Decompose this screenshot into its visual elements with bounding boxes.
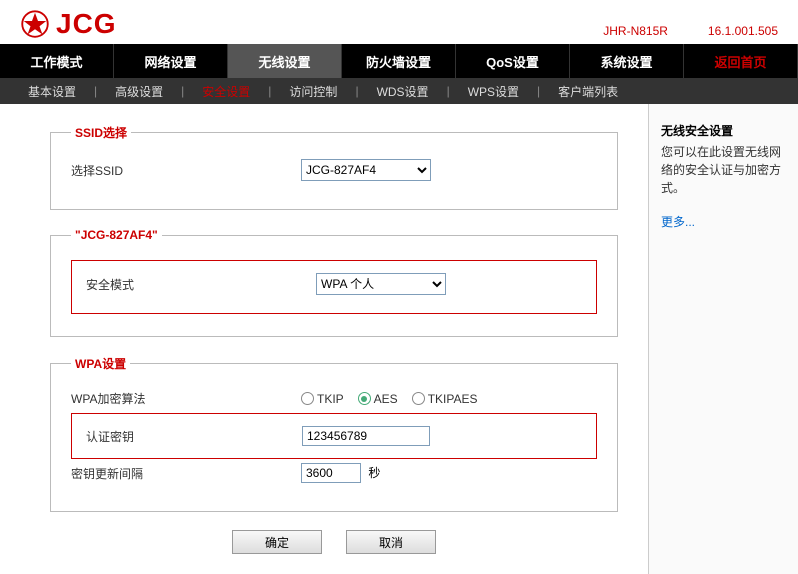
- model-label: JHR-N815R: [603, 24, 668, 38]
- sidebar: 无线安全设置 您可以在此设置无线网络的安全认证与加密方式。 更多...: [648, 104, 798, 574]
- sidebar-title: 无线安全设置: [661, 122, 786, 139]
- subnav-advanced[interactable]: 高级设置: [97, 83, 181, 100]
- wpa-interval-label: 密钥更新间隔: [71, 465, 301, 482]
- subnav-security[interactable]: 安全设置: [184, 83, 268, 100]
- main-nav: 工作模式 网络设置 无线设置 防火墙设置 QoS设置 系统设置 返回首页: [0, 44, 798, 78]
- subnav-wps[interactable]: WPS设置: [450, 83, 537, 100]
- radio-tkipaes[interactable]: TKIPAES: [412, 392, 478, 406]
- sidebar-more-link[interactable]: 更多...: [661, 213, 786, 230]
- radio-icon: [358, 392, 371, 405]
- nav-work-mode[interactable]: 工作模式: [0, 44, 114, 78]
- security-mode-label: 安全模式: [86, 276, 316, 293]
- radio-aes[interactable]: AES: [358, 392, 398, 406]
- radio-icon: [412, 392, 425, 405]
- wpa-key-input[interactable]: [302, 426, 430, 446]
- sub-nav: 基本设置| 高级设置| 安全设置| 访问控制| WDS设置| WPS设置| 客户…: [0, 78, 798, 104]
- ssid-select[interactable]: JCG-827AF4: [301, 159, 431, 181]
- nav-wireless[interactable]: 无线设置: [228, 44, 342, 78]
- nav-network[interactable]: 网络设置: [114, 44, 228, 78]
- subnav-access[interactable]: 访问控制: [271, 83, 355, 100]
- nav-firewall[interactable]: 防火墙设置: [342, 44, 456, 78]
- logo: JCG: [20, 8, 117, 40]
- wpa-algo-label: WPA加密算法: [71, 390, 301, 407]
- cancel-button[interactable]: 取消: [346, 530, 436, 554]
- nav-return-home[interactable]: 返回首页: [684, 44, 798, 78]
- version-label: 16.1.001.505: [708, 24, 778, 38]
- security-legend: "JCG-827AF4": [71, 228, 162, 242]
- nav-qos[interactable]: QoS设置: [456, 44, 570, 78]
- wpa-key-label: 认证密钥: [86, 428, 302, 445]
- wpa-legend: WPA设置: [71, 355, 130, 372]
- radio-icon: [301, 392, 314, 405]
- logo-icon: [20, 9, 50, 39]
- ssid-fieldset: SSID选择 选择SSID JCG-827AF4: [50, 124, 618, 210]
- subnav-wds[interactable]: WDS设置: [359, 83, 447, 100]
- subnav-basic[interactable]: 基本设置: [10, 83, 94, 100]
- nav-system[interactable]: 系统设置: [570, 44, 684, 78]
- radio-tkip[interactable]: TKIP: [301, 392, 344, 406]
- ok-button[interactable]: 确定: [232, 530, 322, 554]
- wpa-interval-input[interactable]: [301, 463, 361, 483]
- main-content: SSID选择 选择SSID JCG-827AF4 "JCG-827AF4" 安全…: [0, 104, 648, 574]
- subnav-clients[interactable]: 客户端列表: [540, 83, 636, 100]
- sidebar-text: 您可以在此设置无线网络的安全认证与加密方式。: [661, 143, 786, 197]
- ssid-label: 选择SSID: [71, 162, 301, 179]
- logo-text: JCG: [56, 8, 117, 40]
- wpa-fieldset: WPA设置 WPA加密算法 TKIP AES TKIPAES 认证密钥 密钥: [50, 355, 618, 512]
- ssid-legend: SSID选择: [71, 124, 131, 141]
- interval-suffix: 秒: [368, 466, 380, 480]
- wpa-key-highlight: 认证密钥: [71, 413, 597, 459]
- header: JCG JHR-N815R 16.1.001.505: [0, 0, 798, 44]
- security-fieldset: "JCG-827AF4" 安全模式 WPA 个人: [50, 228, 618, 337]
- security-mode-select[interactable]: WPA 个人: [316, 273, 446, 295]
- security-highlight: 安全模式 WPA 个人: [71, 260, 597, 314]
